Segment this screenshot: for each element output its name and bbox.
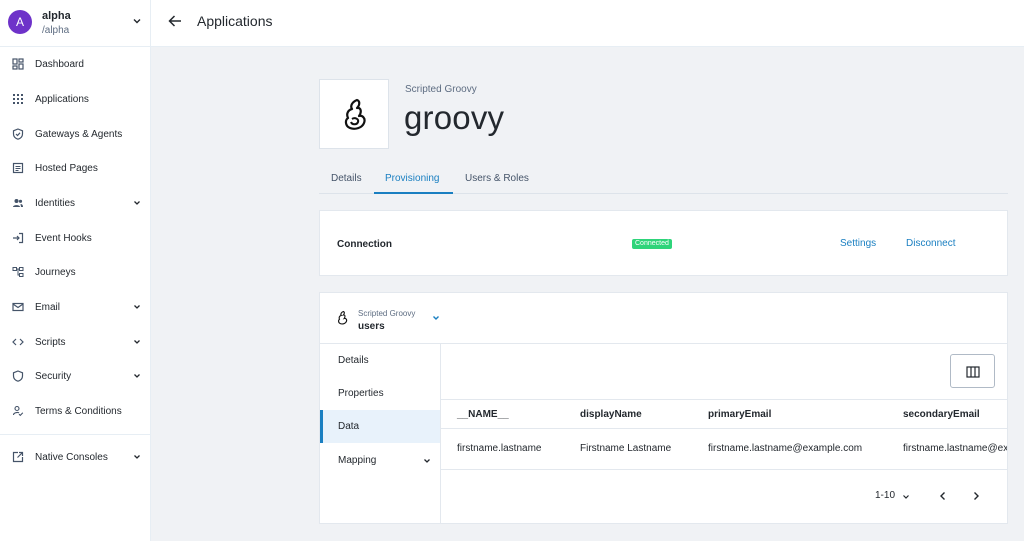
sidebar-item-email[interactable]: Email <box>0 292 151 322</box>
table-row[interactable]: firstname.lastname Firstname Lastname fi… <box>441 429 1007 470</box>
sidebar-item-label: Email <box>35 301 61 313</box>
subnav-item-label: Details <box>338 355 369 366</box>
chevron-down-icon <box>134 455 140 459</box>
connection-card: Connection Connected Settings Disconnect <box>319 210 1008 276</box>
chevron-down-icon <box>134 201 140 205</box>
page-title: Applications <box>197 13 273 29</box>
table-cell: firstname.lastname@example.com <box>903 443 1007 454</box>
sidebar-item-label: Event Hooks <box>35 232 92 244</box>
external-link-icon <box>12 451 24 463</box>
sidebar: A alpha /alpha Dashboard Applications Ga… <box>0 0 151 541</box>
chevron-right-icon[interactable] <box>970 490 982 502</box>
object-connector-type: Scripted Groovy <box>358 309 416 318</box>
app-type-label: Scripted Groovy <box>405 84 477 95</box>
status-badge: Connected <box>632 239 672 249</box>
column-header[interactable]: __NAME__ <box>457 409 509 420</box>
disconnect-link[interactable]: Disconnect <box>906 238 955 249</box>
app-logo <box>319 79 389 149</box>
realm-path: /alpha <box>42 25 70 36</box>
realm-avatar: A <box>8 10 32 34</box>
sidebar-item-identities[interactable]: Identities <box>0 188 151 218</box>
tab-bar: Details Provisioning Users & Roles <box>319 167 1008 194</box>
page-size-select[interactable]: 1-10 <box>875 490 895 501</box>
subnav-item-data[interactable]: Data <box>320 410 440 443</box>
page-icon <box>12 162 24 174</box>
table-cell: Firstname Lastname <box>580 443 672 454</box>
sidebar-item-label: Dashboard <box>35 58 84 70</box>
sidebar-item-journeys[interactable]: Journeys <box>0 257 151 287</box>
people-icon <box>13 199 23 207</box>
sidebar-item-label: Terms & Conditions <box>35 405 122 417</box>
apps-grid-icon <box>13 94 23 104</box>
subnav-item-label: Data <box>338 421 360 432</box>
object-data-card: Scripted Groovy users Details Properties… <box>319 292 1008 524</box>
active-tab-indicator <box>374 192 453 194</box>
sidebar-item-label: Identities <box>35 197 76 209</box>
chevron-down-icon <box>133 19 141 24</box>
code-icon <box>12 338 24 346</box>
column-header[interactable]: secondaryEmail <box>903 409 980 420</box>
mail-icon <box>12 302 24 312</box>
chevron-down-icon <box>134 340 140 344</box>
shield-icon <box>12 370 24 382</box>
chevron-down-icon <box>424 459 430 463</box>
sidebar-divider <box>0 434 151 435</box>
chevron-down-icon <box>134 305 140 309</box>
object-subnav: Details Properties Data Mapping <box>320 344 441 523</box>
top-bar: Applications <box>151 0 1024 47</box>
sidebar-item-label: Scripts <box>35 336 66 348</box>
sidebar-item-security[interactable]: Security <box>0 361 151 391</box>
sidebar-item-gateways[interactable]: Gateways & Agents <box>0 119 151 149</box>
sidebar-item-scripts[interactable]: Scripts <box>0 327 151 357</box>
chevron-down-icon <box>134 374 140 378</box>
groovy-logo-icon <box>338 310 348 325</box>
sidebar-item-event-hooks[interactable]: Event Hooks <box>0 223 151 253</box>
back-arrow-icon[interactable] <box>168 14 182 28</box>
connection-label: Connection <box>337 239 392 250</box>
chevron-left-icon[interactable] <box>937 490 949 502</box>
settings-link[interactable]: Settings <box>840 238 876 249</box>
tab-details[interactable]: Details <box>331 173 362 184</box>
login-arrow-icon <box>13 232 24 244</box>
column-header[interactable]: primaryEmail <box>708 409 771 420</box>
shield-check-icon <box>12 128 24 140</box>
table-header: __NAME__ displayName primaryEmail second… <box>441 399 1007 429</box>
object-type-name: users <box>358 321 385 332</box>
object-type-selector[interactable]: Scripted Groovy users <box>320 293 1007 344</box>
groovy-logo-icon <box>344 98 366 130</box>
columns-icon <box>966 366 980 378</box>
subnav-item-details[interactable]: Details <box>320 344 440 377</box>
tab-provisioning[interactable]: Provisioning <box>385 173 439 184</box>
subnav-item-label: Properties <box>338 388 384 399</box>
sidebar-item-label: Applications <box>35 93 89 105</box>
sidebar-item-label: Hosted Pages <box>35 162 98 174</box>
sidebar-item-native-consoles[interactable]: Native Consoles <box>0 442 151 472</box>
columns-button[interactable] <box>950 354 995 388</box>
realm-name: alpha <box>42 10 71 22</box>
subnav-item-label: Mapping <box>338 455 377 466</box>
sidebar-item-label: Native Consoles <box>35 451 108 463</box>
sidebar-item-label: Journeys <box>35 266 76 278</box>
chevron-down-icon <box>903 495 909 499</box>
journey-tree-icon <box>12 267 24 277</box>
app-name: groovy <box>404 99 505 136</box>
sidebar-item-label: Security <box>35 370 72 382</box>
person-check-icon <box>12 405 24 417</box>
sidebar-item-dashboard[interactable]: Dashboard <box>0 49 151 79</box>
subnav-item-properties[interactable]: Properties <box>320 377 440 410</box>
sidebar-item-applications[interactable]: Applications <box>0 84 151 114</box>
sidebar-item-hosted-pages[interactable]: Hosted Pages <box>0 153 151 183</box>
tab-users-roles[interactable]: Users & Roles <box>465 173 529 184</box>
dashboard-icon <box>12 58 24 70</box>
sidebar-item-terms[interactable]: Terms & Conditions <box>0 396 151 426</box>
table-cell: firstname.lastname <box>457 443 542 454</box>
realm-switcher[interactable]: A alpha /alpha <box>0 0 151 47</box>
column-header[interactable]: displayName <box>580 409 642 420</box>
chevron-down-icon <box>433 316 439 320</box>
sidebar-item-label: Gateways & Agents <box>35 128 123 140</box>
subnav-item-mapping[interactable]: Mapping <box>320 444 440 477</box>
table-cell: firstname.lastname@example.com <box>708 443 863 454</box>
